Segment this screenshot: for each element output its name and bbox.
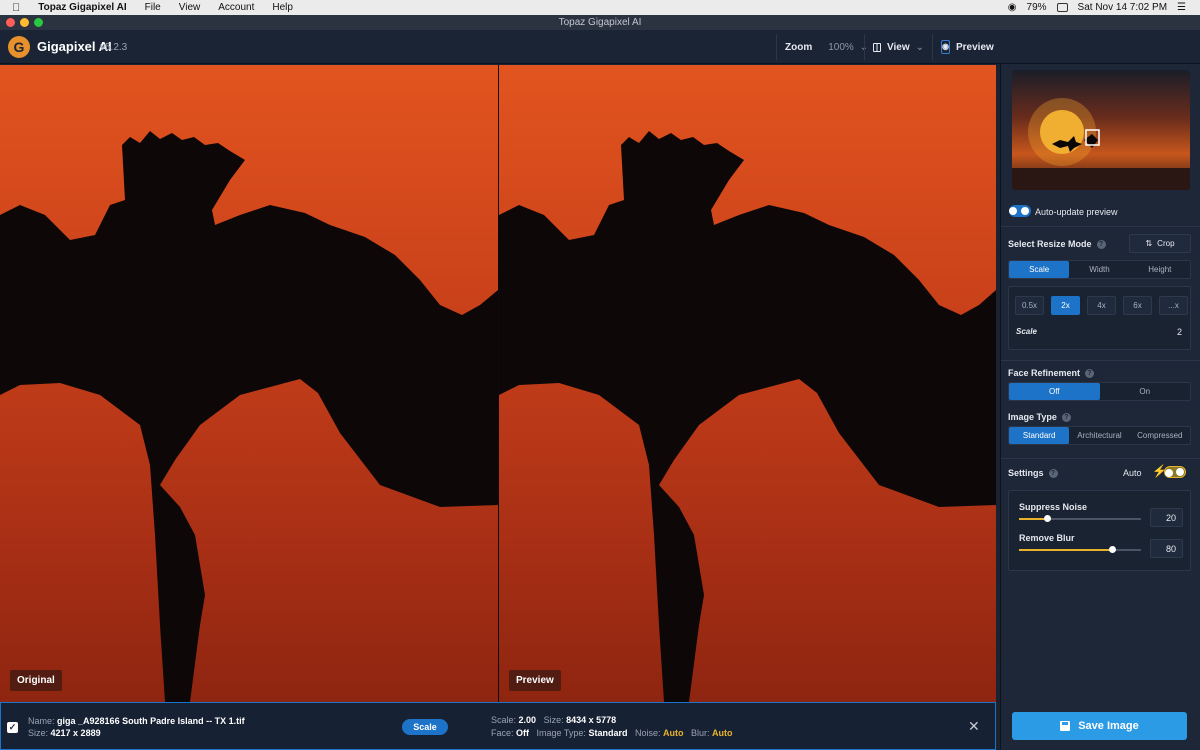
auto-update-label: Auto-update preview bbox=[1035, 207, 1118, 217]
resize-mode-tabs: Scale Width Height bbox=[1008, 260, 1191, 279]
preview-label: Preview bbox=[955, 41, 994, 53]
auto-update-toggle[interactable] bbox=[1009, 205, 1031, 217]
menu-bar:  Topaz Gigapixel AI File View Account H… bbox=[0, 0, 1200, 15]
zoom-value: 100% bbox=[828, 41, 854, 53]
scale-custom-button[interactable]: ...x bbox=[1159, 296, 1188, 315]
save-image-button[interactable]: Save Image bbox=[1012, 712, 1187, 740]
original-label: Original bbox=[10, 670, 62, 691]
zoom-control[interactable]: Zoom 100% ⌄ bbox=[776, 34, 868, 60]
face-on-option[interactable]: On bbox=[1100, 383, 1191, 400]
face-refinement-tabs: Off On bbox=[1008, 382, 1191, 401]
preview-image-pane[interactable]: Preview bbox=[499, 65, 996, 702]
window-title-bar: Topaz Gigapixel AI bbox=[0, 15, 1200, 30]
save-icon bbox=[1060, 721, 1071, 731]
preview-bird-silhouette bbox=[499, 131, 996, 702]
battery-icon[interactable] bbox=[1056, 3, 1068, 12]
app-header: G Gigapixel AI v5.2.3 Zoom 100% ⌄ View ⌄… bbox=[0, 30, 1200, 64]
remove-blur-input[interactable]: 80 bbox=[1150, 539, 1183, 558]
help-icon[interactable]: ? bbox=[1085, 369, 1095, 379]
scale-value[interactable]: 2 bbox=[1177, 327, 1182, 337]
settings-panel: Suppress Noise 20 Remove Blur 80 bbox=[1008, 490, 1191, 571]
image-type-compressed[interactable]: Compressed bbox=[1130, 427, 1190, 444]
window-title: Topaz Gigapixel AI bbox=[558, 17, 642, 28]
scale-0-5x-button[interactable]: 0.5x bbox=[1015, 296, 1044, 315]
crop-button[interactable]: ⇅ Crop bbox=[1129, 234, 1191, 253]
image-type-architectural[interactable]: Architectural bbox=[1069, 427, 1129, 444]
eye-icon: ◉ bbox=[941, 40, 950, 54]
zoom-label: Zoom bbox=[785, 41, 813, 53]
wifi-icon[interactable]: ◉ bbox=[1008, 2, 1017, 13]
help-icon[interactable]: ? bbox=[1061, 413, 1071, 423]
save-image-label: Save Image bbox=[1078, 720, 1139, 732]
app-version: v5.2.3 bbox=[100, 42, 128, 53]
input-size: 4217 x 2889 bbox=[50, 728, 101, 738]
image-select-checkbox[interactable]: ✓ bbox=[7, 722, 18, 733]
gigapixel-logo-icon: G bbox=[8, 36, 30, 58]
file-name: giga _A928166 South Padre Island -- TX 1… bbox=[57, 716, 245, 726]
menu-account[interactable]: Account bbox=[218, 2, 254, 13]
scale-2x-button[interactable]: 2x bbox=[1051, 296, 1080, 315]
zoom-window-button[interactable] bbox=[34, 18, 43, 27]
face-refinement-heading: Face Refinement? bbox=[1008, 368, 1095, 379]
resize-mode-heading: Select Resize Mode? bbox=[1008, 239, 1106, 250]
output-settings-info: Face: Off Image Type: Standard Noise: Au… bbox=[491, 728, 733, 738]
image-info-bar[interactable]: ✓ Name: giga _A928166 South Padre Island… bbox=[0, 702, 996, 750]
original-image-pane[interactable]: Original bbox=[0, 65, 498, 702]
tab-scale[interactable]: Scale bbox=[1009, 261, 1070, 278]
thumbnail-sunset bbox=[1012, 98, 1190, 190]
preview-toggle[interactable]: ◉ Preview bbox=[932, 34, 1000, 60]
suppress-noise-handle[interactable] bbox=[1043, 515, 1051, 522]
auto-settings-toggle[interactable] bbox=[1164, 466, 1186, 478]
scale-4x-button[interactable]: 4x bbox=[1087, 296, 1116, 315]
remove-blur-fill bbox=[1019, 549, 1113, 551]
crop-icon: ⇅ bbox=[1145, 239, 1153, 248]
sidebar-separator bbox=[1001, 458, 1200, 459]
output-scale-info: Scale: 2.00 Size: 8434 x 5778 bbox=[491, 715, 617, 725]
apple-icon[interactable]:  bbox=[12, 2, 20, 14]
face-off-option[interactable]: Off bbox=[1009, 383, 1100, 400]
mode-pill: Scale bbox=[402, 719, 448, 735]
image-type-heading: Image Type? bbox=[1008, 412, 1071, 423]
suppress-noise-label: Suppress Noise bbox=[1019, 502, 1088, 512]
menu-clock[interactable]: Sat Nov 14 7:02 PM bbox=[1078, 2, 1168, 13]
view-dropdown[interactable]: View ⌄ bbox=[864, 34, 932, 60]
split-view-icon bbox=[873, 42, 881, 52]
settings-heading: Settings? bbox=[1008, 468, 1058, 479]
suppress-noise-fill bbox=[1019, 518, 1048, 520]
size-info: Size: 4217 x 2889 bbox=[28, 728, 101, 738]
close-window-button[interactable] bbox=[6, 18, 15, 27]
tab-height[interactable]: Height bbox=[1130, 261, 1190, 278]
menu-app-name[interactable]: Topaz Gigapixel AI bbox=[38, 2, 126, 13]
name-info: Name: giga _A928166 South Padre Island -… bbox=[28, 716, 245, 726]
original-bird-silhouette bbox=[0, 131, 498, 702]
menu-help[interactable]: Help bbox=[272, 2, 293, 13]
suppress-noise-slider[interactable] bbox=[1019, 515, 1141, 522]
navigator-thumbnail[interactable] bbox=[1012, 70, 1190, 190]
settings-sidebar: Auto-update preview Select Resize Mode? … bbox=[1000, 64, 1200, 702]
control-center-icon[interactable]: ☰ bbox=[1177, 2, 1186, 13]
battery-percent[interactable]: 79% bbox=[1027, 2, 1047, 13]
scale-label: Scale bbox=[1016, 327, 1037, 336]
sidebar-separator bbox=[1001, 360, 1200, 361]
image-type-standard[interactable]: Standard bbox=[1009, 427, 1070, 444]
suppress-noise-input[interactable]: 20 bbox=[1150, 508, 1183, 527]
help-icon[interactable]: ? bbox=[1048, 469, 1058, 479]
auto-label: Auto bbox=[1123, 468, 1142, 478]
remove-blur-slider[interactable] bbox=[1019, 546, 1141, 553]
scale-6x-button[interactable]: 6x bbox=[1123, 296, 1152, 315]
help-icon[interactable]: ? bbox=[1096, 240, 1106, 250]
tab-width[interactable]: Width bbox=[1069, 261, 1129, 278]
scale-options-panel: 0.5x 2x 4x 6x ...x Scale 2 bbox=[1008, 286, 1191, 350]
sidebar-separator bbox=[1001, 226, 1200, 227]
remove-blur-handle[interactable] bbox=[1109, 546, 1117, 553]
menu-file[interactable]: File bbox=[145, 2, 161, 13]
image-type-tabs: Standard Architectural Compressed bbox=[1008, 426, 1191, 445]
preview-label: Preview bbox=[509, 670, 561, 691]
view-label: View bbox=[887, 41, 910, 53]
menu-view[interactable]: View bbox=[179, 2, 201, 13]
chevron-down-icon: ⌄ bbox=[915, 41, 924, 53]
minimize-window-button[interactable] bbox=[20, 18, 29, 27]
close-icon[interactable]: ✕ bbox=[968, 718, 980, 735]
remove-blur-label: Remove Blur bbox=[1019, 533, 1075, 543]
